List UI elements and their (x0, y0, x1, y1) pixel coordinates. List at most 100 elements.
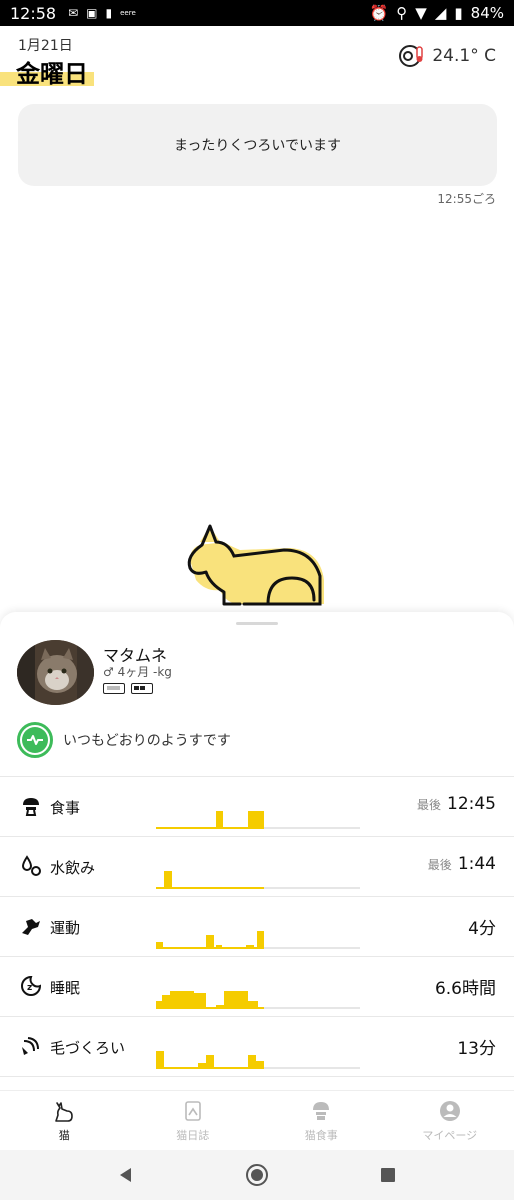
metric-exercise[interactable]: 運動 4分 (0, 897, 514, 957)
wifi-icon: ▼ (415, 4, 427, 22)
temperature[interactable]: 24.1° C (398, 42, 496, 70)
activity-bar (246, 945, 254, 949)
sleep-icon: z (21, 975, 42, 996)
metric-grooming[interactable]: 毛づくろい 13分 (0, 1017, 514, 1077)
nav-label: 猫食事 (304, 1128, 338, 1142)
metric-label: 運動 (50, 919, 81, 937)
activity-bar (248, 811, 264, 829)
status-bar: 12:58 ✉ ▣ ▮ eere ⏰ ⚲ ▼ ◢ ▮ 84% (0, 0, 514, 26)
recents-square-icon (381, 1168, 396, 1182)
metric-value-group: 最後 1:44 (428, 854, 496, 874)
sim-icon: ▮ (105, 6, 113, 20)
back-triangle-icon (119, 1168, 131, 1182)
chart-progress-line (156, 887, 264, 889)
collar-device-icon (103, 683, 125, 694)
activity-bar (162, 995, 170, 1009)
status-time-label: 12:55ごろ (437, 192, 496, 206)
activity-bar (248, 1055, 256, 1069)
car-icon: ▣ (86, 6, 98, 20)
metric-value-group: 6.6時間 (435, 974, 496, 999)
activity-bar (216, 811, 223, 829)
cat-photo (17, 640, 94, 705)
metric-drinking[interactable]: 水飲み 最後 1:44 (0, 837, 514, 897)
battery-percent: 84% (470, 4, 504, 22)
grooming-activity-chart (156, 1023, 360, 1069)
activity-bar (256, 1061, 264, 1069)
header: 1月21日 金曜日 24.1° C (0, 26, 514, 96)
metric-sleep[interactable]: z 睡眠 6.6時間 (0, 957, 514, 1017)
metric-label: 睡眠 (50, 979, 81, 997)
health-status-text: いつもどおりのようすです (63, 733, 231, 749)
diary-icon (184, 1100, 201, 1121)
nav-item-cat[interactable]: 猫 (0, 1091, 129, 1150)
metric-value-group: 最後 12:45 (417, 794, 496, 814)
bottom-navigation: 猫 猫日誌 猫食事 マイページ (0, 1090, 514, 1150)
metric-label: 水飲み (50, 859, 96, 877)
mail-icon: ✉ (68, 6, 79, 20)
battery-icon: ▮ (454, 4, 463, 22)
nav-item-food[interactable]: 猫食事 (257, 1091, 386, 1150)
metrics-list: 食事 最後 12:45 水飲み 最後 1:44 運動 4分 z 睡眠 6.6時間… (0, 776, 514, 1077)
nav-label: マイページ (422, 1128, 478, 1142)
sheet-handle[interactable] (236, 622, 278, 625)
exercise-activity-chart (156, 903, 360, 949)
metric-value: 12:45 (447, 794, 496, 814)
activity-bar (257, 931, 264, 949)
activity-bar (216, 1005, 224, 1009)
cat-detail-sheet[interactable]: マタムネ ♂ 4ヶ月 -kg いつもどおりのようすです 食事 最後 12:45 … (0, 612, 514, 1090)
activity-bar (206, 1055, 214, 1069)
thermometer-device-icon (399, 45, 424, 67)
sleep-activity-chart (156, 963, 360, 1009)
nav-label: 猫日誌 (176, 1128, 210, 1142)
metric-value: 13分 (457, 1039, 496, 1059)
activity-bar (224, 991, 248, 1009)
activity-bar (216, 945, 222, 949)
home-button[interactable] (242, 1160, 272, 1190)
nav-item-mypage[interactable]: マイページ (386, 1091, 514, 1150)
activity-bar (170, 991, 194, 1009)
temperature-value: 24.1° C (432, 46, 496, 66)
running-cat-icon (22, 919, 40, 935)
water-drop-icon (21, 855, 41, 876)
health-status[interactable]: いつもどおりのようすです (17, 722, 231, 758)
back-button[interactable] (111, 1160, 141, 1190)
svg-text:z: z (27, 983, 32, 993)
metric-meal[interactable]: 食事 最後 12:45 (0, 777, 514, 837)
metric-label: 毛づくろい (50, 1039, 126, 1057)
cat-illustration (187, 524, 324, 606)
home-circle-icon (245, 1164, 268, 1186)
activity-bar (156, 1051, 164, 1069)
nav-label: 猫 (58, 1128, 70, 1142)
drinking-activity-chart (156, 843, 360, 889)
metric-value-group: 13分 (457, 1034, 496, 1059)
status-bubble: まったりくつろいでいます (18, 104, 497, 186)
metric-value: 1:44 (457, 854, 496, 874)
metric-label: 食事 (50, 799, 81, 817)
status-small-text: eere (120, 9, 136, 17)
meal-activity-chart (156, 783, 360, 829)
system-navigation (0, 1150, 514, 1200)
alarm-icon: ⏰ (369, 4, 389, 22)
signal-icon: ◢ (434, 4, 447, 22)
metric-value: 6.6時間 (434, 979, 496, 999)
metric-hint: 最後 (416, 798, 441, 812)
nav-item-diary[interactable]: 猫日誌 (129, 1091, 258, 1150)
status-time: 12:58 (10, 3, 57, 23)
activity-bar (194, 993, 206, 1009)
metric-value: 4分 (468, 919, 496, 939)
activity-bar (164, 871, 172, 889)
grooming-icon (22, 1037, 39, 1055)
key-icon: ⚲ (396, 4, 408, 22)
pet-info: ♂ 4ヶ月 -kg (103, 665, 172, 679)
cat-icon (55, 1101, 74, 1122)
date-small: 1月21日 (18, 38, 73, 54)
weekday-title: 金曜日 (16, 60, 88, 88)
pet-avatar[interactable] (17, 640, 94, 705)
heartbeat-icon (17, 722, 53, 758)
food-bowl-icon (23, 798, 39, 816)
device-status (103, 683, 153, 694)
metric-value-group: 4分 (468, 914, 496, 939)
activity-bar (198, 1063, 206, 1069)
activity-bar (156, 942, 163, 949)
recents-button[interactable] (373, 1160, 403, 1190)
